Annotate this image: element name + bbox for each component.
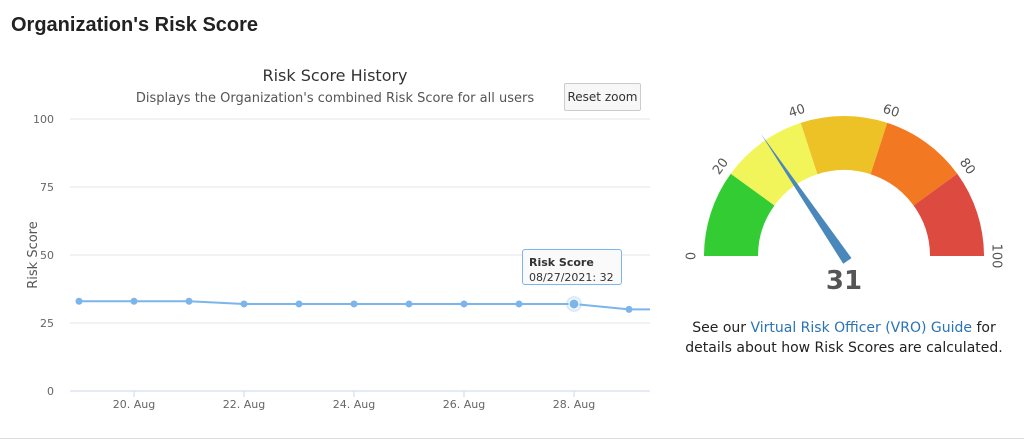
gauge-bands (704, 115, 984, 256)
data-point[interactable] (460, 300, 468, 308)
data-point[interactable] (185, 297, 193, 305)
bottom-divider (0, 438, 1024, 439)
data-point[interactable] (515, 300, 523, 308)
chart-tooltip: Risk Score 08/27/2021: 32 (522, 249, 622, 285)
x-tick-label: 28. Aug (553, 398, 595, 411)
x-tick-label: 20. Aug (113, 398, 155, 411)
vro-note-prefix: See our (692, 320, 751, 336)
y-axis-title: Risk Score (26, 221, 41, 289)
x-tick-label: 24. Aug (333, 398, 375, 411)
gauge-tick-label: 0 (685, 252, 700, 260)
gauge-tick-label: 20 (710, 156, 732, 178)
y-tick-label: 0 (47, 385, 54, 398)
y-tick-label: 25 (40, 317, 54, 330)
x-tick-label: 26. Aug (443, 398, 485, 411)
y-tick-label: 50 (40, 249, 54, 262)
gauge-tick-label: 80 (956, 156, 978, 178)
gauge-tick-label: 40 (787, 102, 807, 121)
tooltip-series-name: Risk Score (529, 256, 594, 269)
data-point[interactable] (240, 300, 248, 308)
risk-score-history-chart[interactable]: 0 25 50 75 100 Risk Score 20. Aug 22. Aug 24. … (0, 0, 670, 430)
y-tick-label: 75 (40, 181, 54, 194)
reset-zoom-button[interactable]: Reset zoom (564, 83, 641, 111)
vro-note: See our Virtual Risk Officer (VRO) Guide… (672, 318, 1016, 358)
grid-lines (70, 118, 650, 324)
series-line (79, 300, 650, 311)
data-point[interactable] (625, 305, 633, 313)
vro-guide-link[interactable]: Virtual Risk Officer (VRO) Guide (750, 320, 972, 336)
data-point[interactable] (295, 300, 303, 308)
data-point-highlighted[interactable] (568, 298, 580, 310)
y-tick-label: 100 (33, 113, 54, 126)
risk-score-gauge: 0 20 40 60 80 100 (685, 102, 1004, 269)
data-point[interactable] (130, 297, 138, 305)
data-point[interactable] (75, 297, 83, 305)
data-point[interactable] (350, 300, 358, 308)
gauge-tick-label: 100 (989, 244, 1004, 269)
gauge-value: 31 (825, 266, 863, 296)
gauge-tick-label: 60 (881, 102, 901, 121)
x-axis-ticks: 20. Aug 22. Aug 24. Aug 26. Aug 28. Aug (113, 391, 595, 411)
tooltip-value: 08/27/2021: 32 (529, 271, 614, 284)
data-point[interactable] (405, 300, 413, 308)
x-tick-label: 22. Aug (223, 398, 265, 411)
